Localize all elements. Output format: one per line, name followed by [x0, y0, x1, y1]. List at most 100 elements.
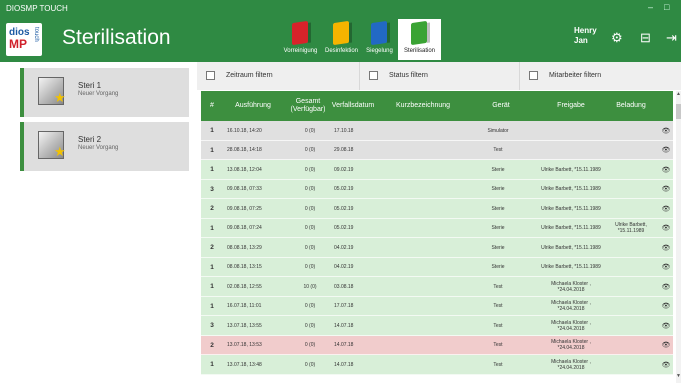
col-kurzbezeichnung[interactable]: Kurzbezeichnung	[383, 91, 463, 121]
cell-bel	[603, 277, 659, 297]
table-row[interactable]: 2 09.08.18, 07:25 0 (0) 05.02.19 Sterie Ulrik…	[201, 199, 673, 219]
cell-bel	[603, 141, 659, 161]
cell-gesamt: 10 (0)	[303, 283, 317, 290]
col-freigabe[interactable]: Freigabe	[541, 91, 601, 121]
checkbox[interactable]	[206, 71, 215, 80]
tab-sterilisation[interactable]: Sterilisation	[398, 19, 441, 60]
cell-gesamt: 0 (0)	[304, 264, 316, 271]
eye-icon[interactable]: 👁	[659, 160, 673, 180]
cell-geraet: Sterie	[491, 225, 505, 232]
scroll-down-icon[interactable]: ▼	[676, 373, 681, 379]
scrollbar[interactable]: ▲ ▼	[676, 91, 681, 383]
table-row[interactable]: 3 09.08.18, 07:33 0 (0) 05.02.19 Sterie Ulrik…	[201, 179, 673, 200]
eye-icon[interactable]: 👁	[659, 258, 673, 278]
device-list: ★ Steri 1 Neuer Vorgang ★ Steri 2 Neuer …	[0, 62, 196, 383]
col-ausfuehrung[interactable]: Ausführung	[223, 91, 283, 121]
window-titlebar: DIOSMP TOUCH – □	[0, 0, 681, 17]
book-yellow-icon	[333, 20, 349, 46]
eye-icon[interactable]: 👁	[659, 121, 673, 141]
col-beladung[interactable]: Beladung	[601, 91, 661, 121]
device-card-steri-1[interactable]: ★ Steri 1 Neuer Vorgang	[20, 68, 189, 117]
cell-bel	[603, 336, 659, 356]
tab-desinfektion[interactable]: Desinfektion	[320, 19, 363, 60]
table-row[interactable]: 1 16.10.18, 14:20 0 (0) 17.10.18 Simulator 👁	[201, 121, 673, 141]
cell-gesamt: 0 (0)	[304, 303, 316, 310]
col-geraet[interactable]: Gerät	[481, 91, 521, 121]
cell-verf: 29.08.18	[334, 147, 354, 154]
table-row[interactable]: 2 13.07.18, 13:53 0 (0) 14.07.18 Test Michael…	[201, 335, 673, 356]
cell-ausf: 16.07.18, 11:01	[227, 303, 262, 310]
cell-kurz	[386, 336, 486, 356]
eye-icon[interactable]: 👁	[659, 355, 673, 375]
cell-gesamt: 0 (0)	[304, 147, 316, 154]
user-info[interactable]: Henry Jan	[574, 26, 597, 46]
maximize-icon[interactable]: □	[664, 2, 669, 12]
scroll-up-icon[interactable]: ▲	[676, 91, 681, 97]
eye-icon[interactable]: 👁	[659, 336, 673, 356]
eye-icon[interactable]: 👁	[659, 238, 673, 258]
cell-frei	[541, 141, 601, 161]
table-row[interactable]: 1 02.08.18, 12:55 10 (0) 03.08.18 Test Michae…	[201, 277, 673, 297]
eye-icon[interactable]: 👁	[659, 219, 673, 239]
eye-icon[interactable]: 👁	[659, 180, 673, 200]
cell-geraet: Simulator	[487, 127, 509, 134]
app-header: dios MP touch Sterilisation Vorreinigung…	[0, 17, 681, 62]
table-row[interactable]: 2 08.08.18, 13:29 0 (0) 04.02.19 Sterie Ulrik…	[201, 238, 673, 258]
filter-mitarbeiter[interactable]: Mitarbeiter filtern	[519, 62, 675, 90]
eye-icon[interactable]: 👁	[659, 277, 673, 297]
cell-num: 3	[210, 322, 214, 330]
table-row[interactable]: 3 13.07.18, 13:55 0 (0) 14.07.18 Test Michael…	[201, 316, 673, 336]
filter-zeitraum[interactable]: Zeitraum filtern	[197, 62, 353, 90]
device-card-steri-2[interactable]: ★ Steri 2 Neuer Vorgang	[20, 122, 189, 171]
cell-kurz	[386, 297, 486, 317]
logout-icon[interactable]: ⇥	[666, 30, 677, 46]
cell-frei: Ulrike Barbett, *15.11.1989	[541, 205, 601, 212]
cell-geraet: Sterie	[491, 186, 505, 193]
minimize-icon[interactable]: –	[648, 2, 653, 12]
table-row[interactable]: 1 13.08.18, 12:04 0 (0) 09.02.19 Sterie Ulrik…	[201, 160, 673, 180]
table-row[interactable]: 1 13.07.18, 13:48 0 (0) 14.07.18 Test Michael…	[201, 355, 673, 375]
cell-frei: Michaela Kloster , *24.04.2018	[551, 300, 591, 313]
cell-gesamt: 0 (0)	[304, 342, 316, 349]
col-verfallsdatum[interactable]: Verfallsdatum	[323, 91, 383, 121]
checkbox[interactable]	[369, 71, 378, 80]
cell-gesamt: 0 (0)	[304, 127, 316, 134]
eye-icon[interactable]: 👁	[659, 199, 673, 219]
cell-num: 1	[210, 302, 214, 310]
cell-ausf: 13.08.18, 12:04	[227, 166, 262, 173]
table-row[interactable]: 1 16.07.18, 11:01 0 (0) 17.07.18 Test Michael…	[201, 296, 673, 317]
cell-ausf: 02.08.18, 12:55	[227, 283, 262, 290]
cell-num: 1	[210, 361, 214, 369]
eye-icon[interactable]: 👁	[659, 316, 673, 336]
exit-icon[interactable]: ⊟	[640, 30, 651, 46]
cell-gesamt: 0 (0)	[304, 361, 316, 368]
cell-gesamt: 0 (0)	[304, 205, 316, 212]
table-row[interactable]: 1 09.08.18, 07:24 0 (0) 05.02.19 Sterie Ulrik…	[201, 218, 673, 239]
eye-icon[interactable]: 👁	[659, 141, 673, 161]
cell-frei: Ulrike Barbett, *15.11.1989	[541, 225, 601, 232]
checkbox[interactable]	[529, 71, 538, 80]
filter-bar: Zeitraum filtern Status filtern Mitarbei…	[197, 62, 681, 90]
cell-verf: 14.07.18	[334, 342, 354, 349]
cell-geraet: Test	[493, 283, 503, 290]
cell-ausf: 09.08.18, 07:33	[227, 186, 262, 193]
filter-status[interactable]: Status filtern	[359, 62, 515, 90]
eye-icon[interactable]: 👁	[659, 297, 673, 317]
cell-bel	[603, 238, 659, 258]
table-row[interactable]: 1 08.08.18, 13:15 0 (0) 04.02.19 Sterie Ulrik…	[201, 257, 673, 278]
cell-bel	[603, 121, 659, 141]
cell-num: 1	[210, 224, 214, 232]
table-row[interactable]: 1 28.08.18, 14:18 0 (0) 29.08.18 Test 👁	[201, 140, 673, 161]
tab-siegelung[interactable]: Siegelung	[358, 19, 401, 60]
tab-vorreinigung[interactable]: Vorreinigung	[279, 19, 322, 60]
cell-frei	[541, 121, 601, 141]
col-num[interactable]: #	[201, 91, 223, 121]
scroll-thumb[interactable]	[676, 104, 681, 119]
gear-icon[interactable]: ⚙	[611, 30, 623, 46]
cell-kurz	[386, 121, 486, 141]
cell-geraet: Test	[493, 361, 503, 368]
cell-num: 1	[210, 146, 214, 154]
cell-frei: Michaela Kloster , *24.04.2018	[551, 280, 591, 293]
cell-frei: Ulrike Barbett, *15.11.1989	[541, 244, 601, 251]
cell-kurz	[386, 277, 486, 297]
